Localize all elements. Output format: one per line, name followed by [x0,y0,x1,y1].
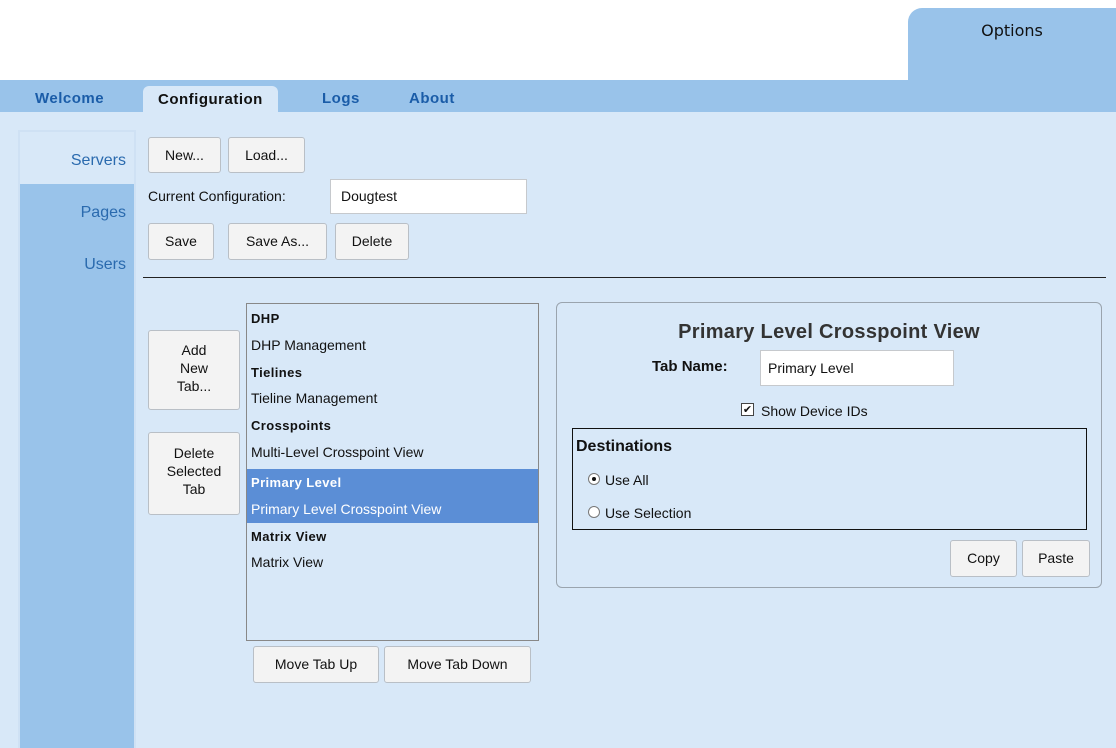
tab-name-label: Tab Name: [652,358,728,375]
add-new-tab-label-line1: Add [181,342,207,358]
tab-logs[interactable]: Logs [322,80,360,112]
left-nav: Servers Pages Users [18,130,136,748]
add-new-tab-label-line2: New [179,360,208,376]
add-new-tab-button[interactable]: Add New Tab... [148,330,240,410]
use-all-radio[interactable] [588,473,600,485]
nav-item-users[interactable]: Users [20,236,134,288]
use-all-label: Use All [605,472,649,488]
add-new-tab-label-line3: Tab... [176,378,212,394]
move-tab-down-button[interactable]: Move Tab Down [384,646,531,683]
tab-list[interactable]: DHP DHP Management Tielines Tieline Mana… [246,303,539,641]
main-tab-bar: Welcome Configuration Logs About [0,80,1116,112]
panel-title: Primary Level Crosspoint View [678,321,980,343]
tab-about[interactable]: About [409,80,455,112]
tab-list-item-primary-level-crosspoint-view[interactable]: Primary Level Crosspoint View [247,497,538,523]
show-device-ids-checkbox[interactable]: ✔ [741,403,754,416]
tab-list-group-tielines[interactable]: Tielines [247,361,538,385]
copy-button[interactable]: Copy [950,540,1017,577]
delete-selected-tab-label-line2: Selected [166,463,222,479]
load-button[interactable]: Load... [228,137,305,173]
tab-list-item-dhp-management[interactable]: DHP Management [247,333,538,357]
tab-list-item-matrix-view[interactable]: Matrix View [247,550,538,574]
tab-list-group-crosspoints[interactable]: Crosspoints [247,414,538,438]
move-tab-up-button[interactable]: Move Tab Up [253,646,379,683]
delete-selected-tab-label-line1: Delete [173,445,215,461]
options-tab[interactable]: Options [908,8,1116,80]
show-device-ids-label: Show Device IDs [761,403,868,419]
divider [143,277,1106,278]
tab-list-item-tieline-management[interactable]: Tieline Management [247,386,538,410]
tab-list-group-primary-level[interactable]: Primary Level [247,469,538,497]
tab-welcome[interactable]: Welcome [35,80,104,112]
tab-list-item-multi-level-crosspoint-view[interactable]: Multi-Level Crosspoint View [247,440,538,464]
nav-item-servers[interactable]: Servers [20,132,134,184]
save-button[interactable]: Save [148,223,214,260]
tab-configuration[interactable]: Configuration [143,86,278,112]
new-button[interactable]: New... [148,137,221,173]
destinations-label: Destinations [576,438,673,455]
save-as-button[interactable]: Save As... [228,223,327,260]
tab-name-field[interactable]: Primary Level [760,350,954,386]
current-configuration-label: Current Configuration: [148,188,286,204]
use-selection-label: Use Selection [605,505,692,521]
use-selection-radio[interactable] [588,506,600,518]
tab-list-group-matrix-view[interactable]: Matrix View [247,525,538,549]
current-configuration-field[interactable]: Dougtest [330,179,527,214]
tab-list-group-dhp[interactable]: DHP [247,307,538,331]
delete-selected-tab-label-line3: Tab [182,481,206,497]
delete-button[interactable]: Delete [335,223,409,260]
delete-selected-tab-button[interactable]: Delete Selected Tab [148,432,240,515]
nav-item-pages[interactable]: Pages [20,184,134,236]
paste-button[interactable]: Paste [1022,540,1090,577]
